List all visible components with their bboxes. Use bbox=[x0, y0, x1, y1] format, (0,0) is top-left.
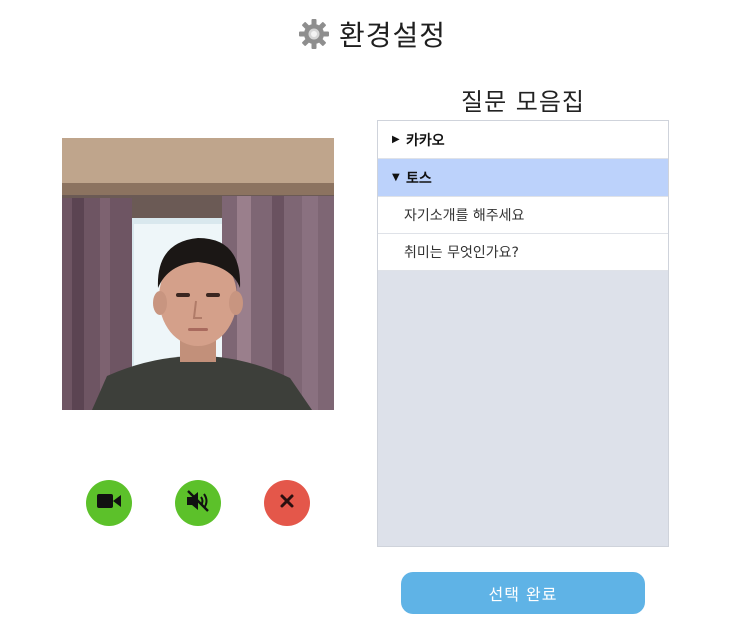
speaker-muted-icon bbox=[185, 489, 211, 517]
camera-toggle-button[interactable] bbox=[86, 480, 132, 526]
category-label: 토스 bbox=[406, 170, 432, 187]
select-complete-button[interactable]: 선택 완료 bbox=[401, 572, 645, 614]
camera-preview bbox=[62, 138, 334, 410]
gear-icon bbox=[297, 17, 331, 51]
category-kakao[interactable]: ▶ 카카오 bbox=[378, 121, 668, 159]
page-header: 환경설정 bbox=[0, 14, 743, 54]
question-item[interactable]: 취미는 무엇인가요? bbox=[378, 234, 668, 271]
call-controls bbox=[86, 480, 312, 526]
page-title: 환경설정 bbox=[338, 19, 447, 52]
question-panel-title: 질문 모음집 bbox=[460, 88, 586, 116]
audio-toggle-button[interactable] bbox=[175, 480, 221, 526]
question-list-panel: ▶ 카카오 ▼ 토스 자기소개를 해주세요 취미는 무엇인가요? bbox=[377, 120, 669, 547]
caret-down-icon: ▼ bbox=[392, 172, 400, 183]
close-icon bbox=[279, 493, 295, 513]
question-item[interactable]: 자기소개를 해주세요 bbox=[378, 197, 668, 234]
video-camera-icon bbox=[97, 493, 121, 513]
close-button[interactable] bbox=[264, 480, 310, 526]
settings-page: 환경설정 질문 모음집 ▶ 카카오 ▼ 토스 자기소개를 해주세요 취미는 무엇… bbox=[0, 0, 743, 626]
category-toss[interactable]: ▼ 토스 bbox=[378, 159, 668, 197]
category-label: 카카오 bbox=[406, 132, 445, 149]
caret-right-icon: ▶ bbox=[392, 134, 400, 145]
